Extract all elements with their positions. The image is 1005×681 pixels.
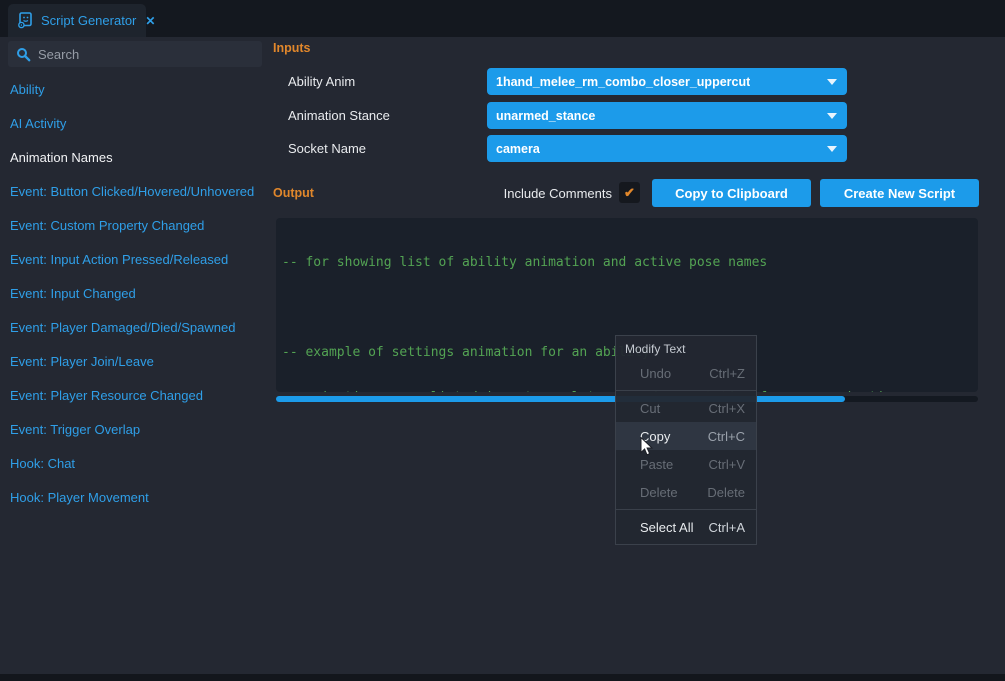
tab-script-generator[interactable]: Script Generator ✕ (8, 4, 146, 37)
check-icon: ✔ (624, 186, 635, 199)
tab-title: Script Generator (41, 13, 136, 28)
output-heading: Output (273, 186, 314, 200)
window-bottom-edge (0, 674, 1005, 681)
menu-item-paste[interactable]: Paste Ctrl+V (616, 450, 756, 478)
animation-stance-dropdown[interactable]: unarmed_stance (487, 102, 847, 129)
menu-item-select-all[interactable]: Select All Ctrl+A (616, 513, 756, 541)
socket-name-value: camera (496, 142, 540, 156)
socket-name-dropdown[interactable]: camera (487, 135, 847, 162)
menu-item-undo[interactable]: Undo Ctrl+Z (616, 359, 756, 387)
sidebar-item-event-trigger-overlap[interactable]: Event: Trigger Overlap (0, 412, 262, 446)
ability-anim-label: Ability Anim (288, 68, 355, 95)
script-generator-icon (17, 12, 34, 29)
include-comments-checkbox[interactable]: ✔ (619, 182, 640, 203)
search-icon (16, 47, 31, 62)
sidebar-item-event-player-resource[interactable]: Event: Player Resource Changed (0, 378, 262, 412)
tab-close-icon[interactable]: ✕ (145, 14, 155, 28)
shortcut-label: Ctrl+C (708, 429, 745, 444)
ability-anim-dropdown[interactable]: 1hand_melee_rm_combo_closer_uppercut (487, 68, 847, 95)
sidebar-item-animation-names[interactable]: Animation Names (0, 140, 262, 174)
context-menu-title: Modify Text (616, 339, 756, 359)
code-line: -- for showing list of ability animation… (282, 255, 978, 270)
menu-separator (616, 509, 756, 510)
animation-stance-value: unarmed_stance (496, 109, 595, 123)
sidebar-item-event-input-action[interactable]: Event: Input Action Pressed/Released (0, 242, 262, 276)
include-comments-label: Include Comments (470, 186, 612, 201)
menu-item-cut[interactable]: Cut Ctrl+X (616, 394, 756, 422)
sidebar-item-event-button[interactable]: Event: Button Clicked/Hovered/Unhovered (0, 174, 262, 208)
horizontal-scrollbar-thumb[interactable] (276, 396, 845, 402)
sidebar-item-event-input-changed[interactable]: Event: Input Changed (0, 276, 262, 310)
menu-item-copy[interactable]: Copy Ctrl+C (616, 422, 756, 450)
menu-separator (616, 390, 756, 391)
inputs-heading: Inputs (273, 41, 311, 55)
sidebar-item-event-player-join[interactable]: Event: Player Join/Leave (0, 344, 262, 378)
sidebar-item-ability[interactable]: Ability (0, 72, 262, 106)
copy-to-clipboard-button[interactable]: Copy to Clipboard (652, 179, 811, 207)
create-new-script-button[interactable]: Create New Script (820, 179, 979, 207)
shortcut-label: Ctrl+Z (709, 366, 745, 381)
modify-text-context-menu: Modify Text Undo Ctrl+Z Cut Ctrl+X Copy … (615, 335, 757, 545)
chevron-down-icon (827, 146, 837, 152)
sidebar-item-ai-activity[interactable]: AI Activity (0, 106, 262, 140)
chevron-down-icon (827, 79, 837, 85)
chevron-down-icon (827, 113, 837, 119)
sidebar-item-hook-player-movement[interactable]: Hook: Player Movement (0, 480, 262, 514)
tab-bar: Script Generator ✕ (0, 0, 1005, 37)
shortcut-label: Delete (707, 485, 745, 500)
shortcut-label: Ctrl+X (709, 401, 745, 416)
code-line (282, 300, 978, 315)
ability-anim-value: 1hand_melee_rm_combo_closer_uppercut (496, 75, 750, 89)
shortcut-label: Ctrl+A (709, 520, 745, 535)
search-input[interactable]: Search (8, 41, 262, 67)
search-placeholder: Search (38, 47, 79, 62)
script-template-list: Ability AI Activity Animation Names Even… (0, 72, 262, 514)
shortcut-label: Ctrl+V (709, 457, 745, 472)
socket-name-label: Socket Name (288, 135, 366, 162)
menu-item-delete[interactable]: Delete Delete (616, 478, 756, 506)
sidebar-item-event-custom-property[interactable]: Event: Custom Property Changed (0, 208, 262, 242)
script-generator-window: Script Generator ✕ Search Ability AI Act… (0, 0, 1005, 681)
animation-stance-label: Animation Stance (288, 102, 390, 129)
sidebar-item-event-player-damaged[interactable]: Event: Player Damaged/Died/Spawned (0, 310, 262, 344)
sidebar-item-hook-chat[interactable]: Hook: Chat (0, 446, 262, 480)
